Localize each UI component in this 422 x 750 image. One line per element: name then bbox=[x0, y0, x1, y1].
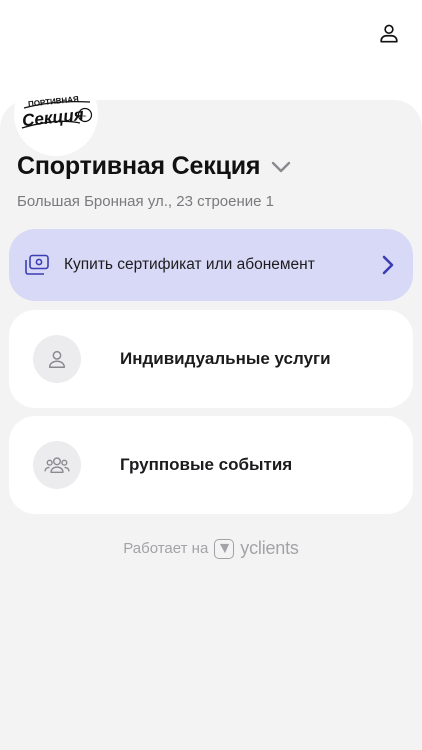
svg-text:Inc.: Inc. bbox=[81, 113, 87, 118]
chevron-down-icon[interactable] bbox=[270, 160, 292, 174]
profile-button[interactable] bbox=[376, 20, 402, 46]
group-events-label: Групповые события bbox=[120, 455, 293, 474]
powered-by[interactable]: Работает на yclients bbox=[0, 538, 422, 559]
powered-by-text: Работает на bbox=[123, 540, 209, 557]
business-logo[interactable]: ПОРТИВНАЯ Секция Inc. bbox=[14, 72, 98, 156]
certificate-icon bbox=[25, 254, 49, 275]
business-address: Большая Бронная ул., 23 строение 1 bbox=[17, 193, 275, 210]
business-title: Спортивная Секция bbox=[17, 152, 261, 180]
svg-text:Секция: Секция bbox=[21, 105, 84, 130]
group-icon bbox=[33, 441, 81, 489]
individual-services-card[interactable]: Индивидуальные услуги bbox=[9, 310, 413, 408]
business-header[interactable]: Спортивная Секция bbox=[17, 152, 292, 181]
buy-certificate-label: Купить сертификат или абонемент bbox=[64, 256, 315, 273]
group-events-card[interactable]: Групповые события bbox=[9, 416, 413, 514]
logo-image: ПОРТИВНАЯ Секция Inc. bbox=[21, 94, 93, 130]
person-icon bbox=[33, 335, 81, 383]
user-icon bbox=[380, 24, 398, 43]
individual-services-label: Индивидуальные услуги bbox=[120, 349, 331, 368]
chevron-right-icon bbox=[382, 255, 394, 275]
yclients-logo-icon bbox=[214, 538, 235, 559]
brand-name: yclients bbox=[240, 538, 299, 558]
buy-certificate-button[interactable]: Купить сертификат или абонемент bbox=[9, 229, 413, 301]
